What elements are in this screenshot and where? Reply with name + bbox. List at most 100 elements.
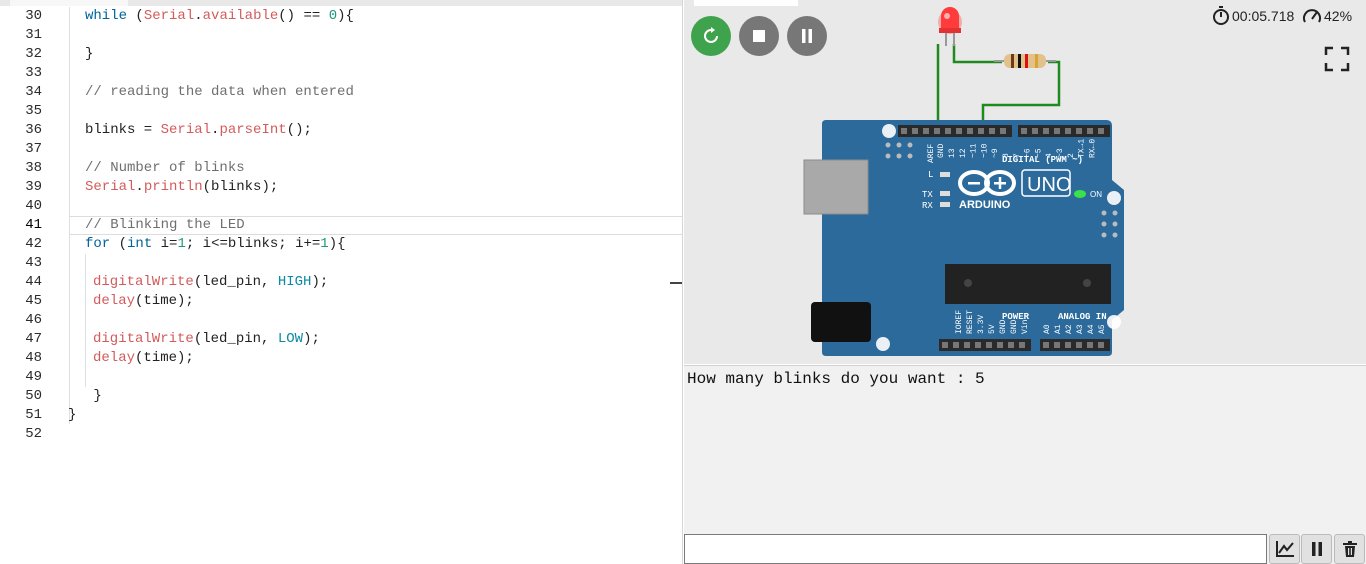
code-token: 1 [320,236,329,252]
code-token: // reading the data when entered [85,84,354,100]
code-token: while [85,8,128,24]
line-number: 31 [25,27,42,43]
pin-label: 7 [1013,153,1022,158]
pin-label: GND [1010,319,1019,334]
code-line[interactable]: // Number of blinks [85,159,245,178]
code-line[interactable]: // reading the data when entered [85,83,354,102]
editor-tab[interactable] [10,0,128,6]
line-number: 41 [25,217,42,233]
code-line[interactable]: delay(time); [93,292,194,311]
line-number: 35 [25,103,42,119]
line-number: 32 [25,46,42,62]
code-token: parseInt [219,122,287,138]
gnd-label: GND [937,143,946,158]
code-line[interactable]: } [68,406,76,425]
serial-monitor: How many blinks do you want : 5 [684,365,1366,534]
code-token: 1 [177,236,186,252]
pin-label: A1 [1054,324,1063,334]
code-token: ); [303,331,320,347]
pin-label: Vin [1021,319,1030,334]
pause-serial-button[interactable] [1301,534,1332,564]
code-token: } [85,46,94,62]
code-token: LOW [277,331,304,347]
pin-label: ~3 [1056,148,1065,158]
code-line[interactable]: } [85,45,93,64]
l-label: L [928,170,933,180]
pin-label: ~5 [1034,148,1043,158]
code-line[interactable]: for (int i=1; i<=blinks; i+=1){ [85,235,346,254]
line-number: 40 [25,198,42,214]
code-token: ; i<=blinks; i+= [185,236,321,252]
on-label: ON [1090,190,1102,199]
code-token: (time); [135,350,194,366]
code-line[interactable]: digitalWrite(led_pin, HIGH); [93,273,328,292]
pin-label: A5 [1098,324,1107,334]
code-line[interactable]: blinks = Serial.parseInt(); [85,121,312,140]
scrollbar-marker[interactable] [670,282,682,284]
resistor[interactable] [994,54,1056,68]
code-token: HIGH [277,274,312,290]
code-token: ( [110,236,128,252]
code-line[interactable]: while (Serial.available() == 0){ [85,7,354,26]
code-line[interactable]: } [85,387,102,406]
circuit-canvas[interactable]: ARDUINO UNO ON L TX RX DIGITAL (PWM ~) P… [684,0,1366,364]
pin-label: A3 [1076,324,1085,334]
code-token: . [194,8,203,24]
brand-label: ARDUINO [959,199,1011,211]
pin-label: A0 [1043,324,1052,334]
code-token: ){ [337,8,354,24]
code-token: digitalWrite [93,331,194,347]
code-token: } [68,407,77,423]
code-token: (led_pin, [193,331,278,347]
trash-icon [1342,541,1357,557]
code-token: (blinks); [202,179,279,195]
pin-label: 3.3V [977,315,986,334]
line-number: 34 [25,84,42,100]
code-token: delay [93,350,136,366]
red-led[interactable] [938,7,962,46]
line-number: 47 [25,331,42,347]
code-token: . [135,179,144,195]
arduino-uno-board[interactable]: ARDUINO UNO ON L TX RX DIGITAL (PWM ~) P… [803,120,1124,356]
analog-label: ANALOG IN [1058,312,1107,322]
pin-label: IOREF [955,310,964,334]
plotter-button[interactable] [1269,534,1300,564]
code-token: () == [278,8,329,24]
line-number: 46 [25,312,42,328]
pause-icon [1311,542,1322,556]
pin-label: ~9 [991,148,1000,158]
code-line[interactable]: digitalWrite(led_pin, LOW); [93,330,320,349]
line-number: 49 [25,369,42,385]
code-token: i= [152,236,178,252]
tx-label: TX [922,190,933,200]
code-token: // Number of blinks [85,160,245,176]
rx-label: RX [922,201,933,211]
line-number: 37 [25,141,42,157]
line-number: 50 [25,388,42,404]
code-token: ){ [328,236,346,252]
code-token: (led_pin, [193,274,278,290]
pin-label: ~11 [970,143,979,158]
line-number: 42 [25,236,42,252]
pin-label: RX←0 [1088,139,1097,158]
line-number: 44 [25,274,42,290]
serial-input[interactable] [684,534,1267,564]
code-editor[interactable]: 30 while (Serial.available() == 0){31 32} 3… [0,0,683,564]
code-token: ); [311,274,329,290]
line-number: 39 [25,179,42,195]
pin-label: 8 [1002,153,1011,158]
wire-pin13 [981,60,1061,128]
code-token: } [85,388,102,404]
code-line[interactable]: // Blinking the LED [85,216,245,235]
code-token: 0 [328,8,338,24]
clear-serial-button[interactable] [1334,534,1365,564]
pin-label: ~6 [1024,148,1033,158]
code-token: ( [127,8,144,24]
line-number: 33 [25,65,42,81]
code-token: digitalWrite [93,274,194,290]
simulator-panel[interactable]: 00:05.718 42% ARDUINO UNO ON L TX RX DIG… [684,0,1366,364]
code-line[interactable]: delay(time); [93,349,194,368]
pin-label: 2 [1067,153,1076,158]
line-number: 51 [25,407,42,423]
code-line[interactable]: Serial.println(blinks); [85,178,278,197]
